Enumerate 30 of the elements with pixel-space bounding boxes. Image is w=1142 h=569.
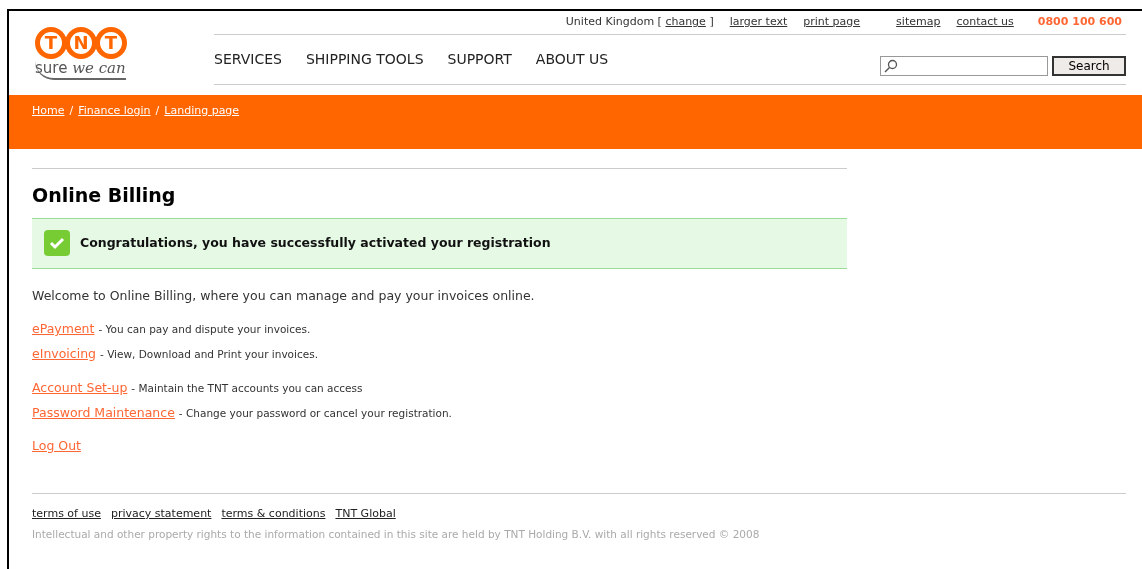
search-button[interactable]: Search xyxy=(1052,55,1126,76)
breadcrumb-separator: / xyxy=(155,103,160,119)
country-label: United Kingdom [ change ] xyxy=(565,14,714,31)
search-icon xyxy=(884,58,898,73)
footer-link[interactable]: TNT Global xyxy=(335,506,396,523)
footer-link[interactable]: terms of use xyxy=(32,506,101,523)
checkmark-icon xyxy=(44,230,70,256)
utility-link[interactable]: sitemap xyxy=(896,14,941,31)
utility-link[interactable]: print page xyxy=(803,14,861,31)
link-description: - You can pay and dispute your invoices. xyxy=(98,322,311,338)
nav-item[interactable]: SHIPPING TOOLS xyxy=(305,49,424,70)
footer-link[interactable]: privacy statement xyxy=(110,506,212,523)
footer-link[interactable]: terms & conditions xyxy=(221,506,326,523)
nav-item[interactable]: SERVICES xyxy=(214,49,282,70)
intro-text: Welcome to Online Billing, where you can manage and pay your invoices online. xyxy=(32,286,536,305)
change-link[interactable]: change xyxy=(665,15,706,29)
success-message: Congratulations, you have successfully activated your registration xyxy=(80,233,551,252)
link-description: - Maintain the TNT accounts you can access xyxy=(131,380,363,396)
utility-link[interactable]: larger text xyxy=(729,14,788,31)
nav-item[interactable]: ABOUT US xyxy=(535,49,609,70)
link-description: - Change your password or cancel your registration. xyxy=(178,405,452,421)
tagline: sure we can xyxy=(35,61,126,80)
search-field[interactable] xyxy=(880,55,1048,76)
phone-number: 0800 100 600 xyxy=(1037,14,1122,31)
link-description: - View, Download and Print your invoices. xyxy=(100,347,318,362)
copyright-text: Intellectual and other property rights to the information contained in this site are held by TNT Holding B.V. with all rights reserved © 2008 xyxy=(32,526,761,542)
breadcrumb-separator: / xyxy=(69,103,74,119)
utility-link[interactable]: contact us xyxy=(956,14,1014,31)
page-title: Online Billing xyxy=(32,183,177,208)
nav-item[interactable]: SUPPORT xyxy=(447,49,512,70)
